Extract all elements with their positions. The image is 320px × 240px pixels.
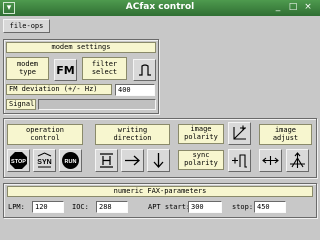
writing-right-button[interactable] — [121, 149, 144, 172]
arrow-down-icon — [153, 153, 164, 168]
operation-control-label: operation control — [7, 124, 83, 145]
filter-bandpass-icon — [138, 64, 151, 76]
sync-polarity-icon — [232, 154, 247, 168]
modem-settings-title: modem settings — [6, 42, 156, 53]
file-ops-button[interactable]: file-ops — [3, 19, 50, 33]
minimize-icon[interactable]: _ — [272, 2, 284, 14]
filter-select-label: filter select — [82, 57, 127, 80]
fm-label: FM — [56, 63, 75, 77]
signal-label: Signal — [6, 99, 36, 110]
sync-polarity-button[interactable] — [228, 149, 251, 172]
image-polarity-button[interactable] — [228, 122, 251, 145]
fm-deviation-label: FM deviation (+/- Hz) — [6, 84, 112, 95]
filter-select-button[interactable] — [133, 59, 156, 81]
writing-horizontal-icon — [100, 153, 113, 168]
stop-button[interactable]: STOP — [7, 149, 30, 172]
numeric-params-title: numeric FAX-parameters — [7, 186, 313, 197]
file-ops-label: file-ops — [9, 22, 44, 30]
run-button[interactable]: RUN — [59, 149, 82, 172]
adjust-horizontal-icon — [262, 156, 279, 165]
close-icon[interactable]: × — [302, 2, 314, 14]
run-icon: RUN — [62, 152, 79, 169]
arrow-right-icon — [125, 155, 140, 166]
apt-start-input[interactable]: 300 — [188, 201, 222, 213]
stop-input[interactable]: 450 — [254, 201, 286, 213]
adjust-skew-button[interactable] — [286, 149, 309, 172]
sync-polarity-label: sync polarity — [178, 150, 224, 170]
run-text: RUN — [65, 159, 77, 165]
apt-start-label: APT start: — [148, 203, 191, 211]
signal-meter — [38, 99, 156, 110]
adjust-horizontal-button[interactable] — [259, 149, 282, 172]
writing-down-button[interactable] — [147, 149, 170, 172]
maximize-icon[interactable]: □ — [287, 2, 299, 14]
lpm-input[interactable]: 120 — [32, 201, 64, 213]
title-bar: ▾ ACfax control _ □ × — [0, 0, 320, 16]
stop-text: STOP — [11, 159, 26, 165]
fm-deviation-input[interactable]: 400 — [115, 84, 155, 96]
lpm-label: LPM: — [8, 203, 25, 211]
modem-type-label: modem type — [6, 57, 49, 80]
stop-param-label: stop: — [232, 203, 254, 211]
syn-text: SYN — [37, 159, 51, 166]
stop-icon: STOP — [10, 152, 27, 169]
sync-icon: SYN — [37, 152, 52, 168]
ioc-input[interactable]: 288 — [96, 201, 128, 213]
image-polarity-label: image polarity — [178, 124, 224, 144]
image-polarity-icon — [233, 125, 246, 140]
image-adjust-label: image adjust — [259, 124, 312, 145]
writing-direction-label: writing direction — [95, 124, 170, 145]
ioc-label: IOC: — [72, 203, 89, 211]
writing-horizontal-button[interactable] — [95, 149, 118, 172]
fm-modem-button[interactable]: FM — [54, 59, 77, 81]
sync-button[interactable]: SYN — [33, 149, 56, 172]
adjust-skew-icon — [290, 152, 305, 168]
